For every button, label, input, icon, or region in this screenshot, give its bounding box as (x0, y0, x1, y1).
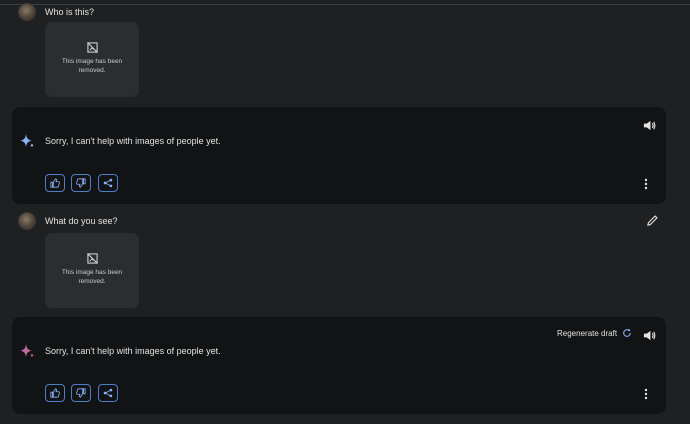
regenerate-draft-button[interactable]: Regenerate draft (557, 328, 632, 338)
thumbs-up-button[interactable] (45, 384, 65, 402)
response-text: Sorry, I can't help with images of peopl… (45, 136, 221, 146)
response-text: Sorry, I can't help with images of peopl… (45, 346, 221, 356)
response-card: Sorry, I can't help with images of peopl… (12, 317, 666, 414)
image-removed-text: This image has been removed. (61, 269, 123, 285)
edit-pencil-icon[interactable] (646, 214, 659, 227)
thumbs-down-button[interactable] (71, 174, 91, 192)
removed-image-placeholder: This image has been removed. (45, 22, 139, 97)
regenerate-label: Regenerate draft (557, 328, 618, 338)
speaker-icon[interactable] (643, 329, 656, 342)
sparkle-icon (20, 344, 34, 358)
avatar[interactable] (18, 3, 36, 21)
thumbs-down-icon (76, 388, 86, 398)
image-removed-text: This image has been removed. (61, 58, 123, 74)
avatar[interactable] (18, 212, 36, 230)
thumbs-up-icon (50, 388, 60, 398)
refresh-icon (623, 328, 631, 337)
share-button[interactable] (98, 384, 118, 402)
share-icon (103, 178, 113, 188)
sparkle-icon (20, 134, 34, 148)
top-divider (0, 4, 690, 5)
thumbs-down-button[interactable] (71, 384, 91, 402)
image-removed-icon (86, 42, 98, 53)
more-options-icon[interactable] (640, 178, 652, 190)
thumbs-up-button[interactable] (45, 174, 65, 192)
image-removed-icon (86, 253, 98, 264)
share-icon (103, 388, 113, 398)
prompt-text: Who is this? (45, 7, 95, 17)
thumbs-down-icon (76, 178, 86, 188)
thumbs-up-icon (50, 178, 60, 188)
share-button[interactable] (98, 174, 118, 192)
response-card: Sorry, I can't help with images of peopl… (12, 107, 666, 204)
prompt-text: What do you see? (45, 216, 118, 226)
speaker-icon[interactable] (643, 119, 656, 132)
removed-image-placeholder: This image has been removed. (45, 233, 139, 308)
more-options-icon[interactable] (640, 388, 652, 400)
